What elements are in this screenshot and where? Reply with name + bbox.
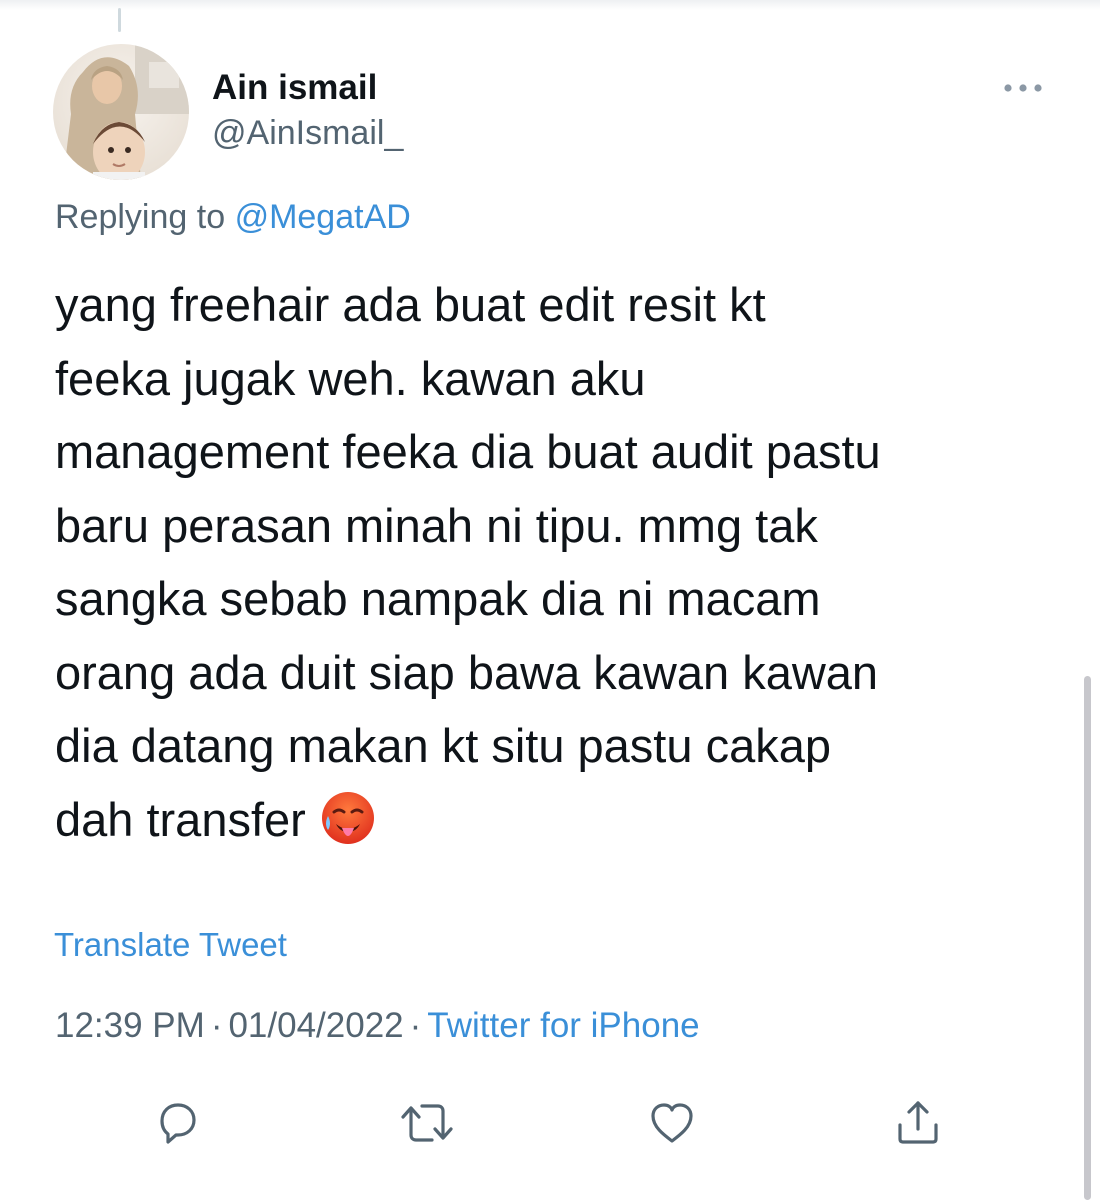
tweet-metadata: 12:39 PM · 01/04/2022 · Twitter for iPhone bbox=[55, 1006, 700, 1046]
tweet-date: 01/04/2022 bbox=[228, 1006, 404, 1045]
tweet-line: yang freehair ada buat edit resit kt bbox=[55, 278, 766, 331]
separator-dot: · bbox=[409, 1006, 422, 1045]
author-display-name[interactable]: Ain ismail bbox=[212, 68, 377, 108]
more-dots-icon bbox=[1004, 84, 1042, 92]
like-button[interactable] bbox=[646, 1097, 698, 1149]
tweet-line: orang ada duit siap bawa kawan kawan bbox=[55, 645, 879, 699]
reply-button[interactable] bbox=[152, 1097, 204, 1149]
tweet-line: baru perasan minah ni tipu. mmg tak bbox=[55, 498, 818, 552]
thread-connector-line bbox=[118, 8, 121, 32]
tweet-line: feeka jugak weh. kawan aku bbox=[55, 351, 646, 405]
reply-icon bbox=[160, 1103, 196, 1144]
tweet-detail-screen: Ain ismail @AinIsmail_ Replying to @Mega… bbox=[0, 0, 1100, 1200]
author-handle[interactable]: @AinIsmail_ bbox=[212, 114, 403, 153]
avatar[interactable] bbox=[53, 44, 189, 180]
tweet-time: 12:39 PM bbox=[55, 1006, 205, 1045]
translate-tweet-link[interactable]: Translate Tweet bbox=[54, 926, 287, 964]
share-icon bbox=[898, 1101, 938, 1144]
replying-to: Replying to @MegatAD bbox=[55, 198, 411, 237]
top-divider bbox=[0, 0, 1100, 10]
tweet-line: management feeka dia buat audit pastu bbox=[55, 425, 881, 478]
share-button[interactable] bbox=[892, 1097, 944, 1149]
hot-face-emoji bbox=[320, 790, 376, 867]
tweet-line: dah transfer bbox=[55, 792, 306, 846]
replying-label: Replying to bbox=[55, 198, 226, 236]
tweet-source-link[interactable]: Twitter for iPhone bbox=[427, 1006, 699, 1045]
tweet-line: dia datang makan kt situ pastu cakap bbox=[55, 719, 831, 772]
scrollbar[interactable] bbox=[1084, 676, 1091, 1200]
more-options-button[interactable] bbox=[998, 72, 1048, 104]
replying-to-mention[interactable]: @MegatAD bbox=[235, 198, 411, 236]
tweet-line: sangka sebab nampak dia ni macam bbox=[55, 572, 821, 625]
tweet-line-last: dah transfer bbox=[55, 783, 1055, 867]
retweet-icon bbox=[401, 1104, 453, 1142]
tweet-body: yang freehair ada buat edit resit kt fee… bbox=[55, 268, 1055, 866]
retweet-button[interactable] bbox=[398, 1097, 453, 1149]
like-icon bbox=[651, 1103, 693, 1143]
separator-dot: · bbox=[210, 1006, 223, 1045]
